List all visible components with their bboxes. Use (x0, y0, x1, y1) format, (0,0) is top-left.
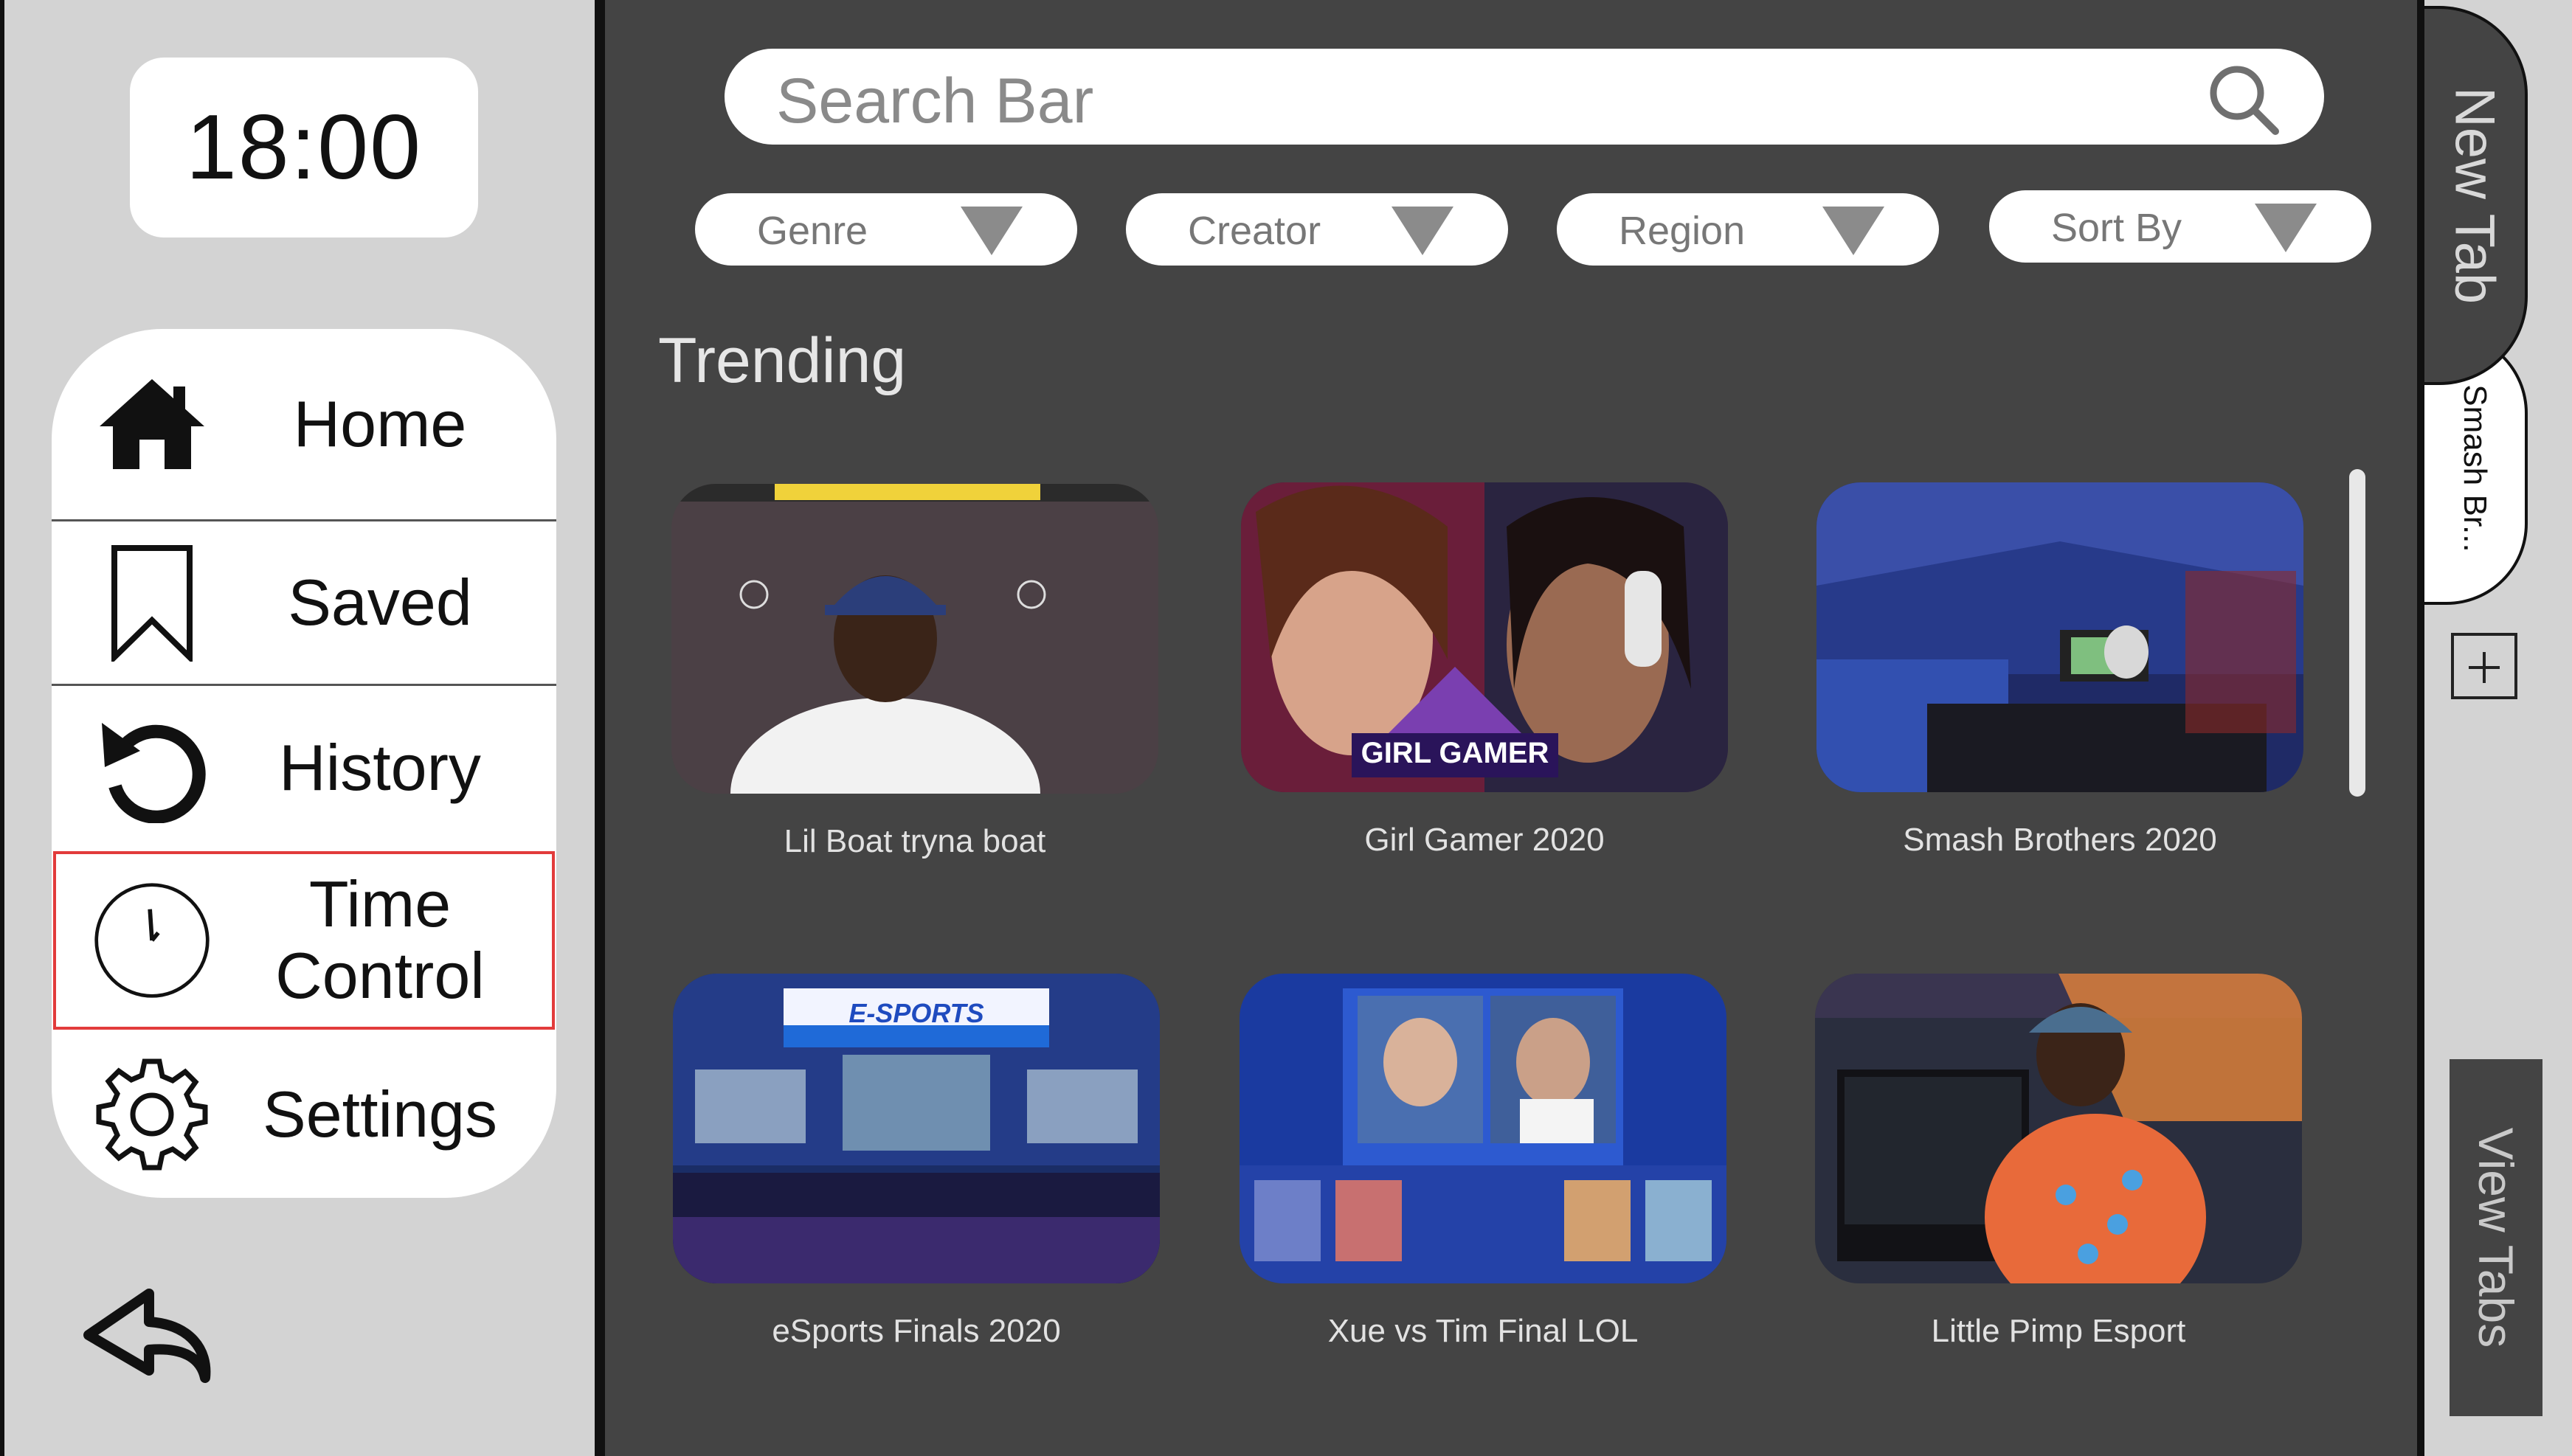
menu-label-home: Home (293, 386, 467, 460)
filter-sort-by-label: Sort By (2051, 206, 2182, 250)
video-title: Little Pimp Esport (1931, 1313, 2186, 1349)
view-tabs-label: View Tabs (2469, 1127, 2523, 1348)
dropdown-arrow-icon (2255, 204, 2317, 252)
dropdown-arrow-icon (961, 207, 1023, 255)
section-title-trending: Trending (658, 325, 907, 396)
dropdown-arrow-icon (1392, 207, 1453, 255)
video-thumbnail[interactable] (1816, 482, 2303, 792)
back-arrow-icon (83, 1289, 211, 1383)
sidebar-divider (595, 0, 605, 1456)
tab-panel: Smash Br... New Tab View Tabs (2417, 0, 2572, 1456)
new-tab-label: New Tab (2443, 86, 2506, 305)
video-thumbnail[interactable]: E-SPORTS (673, 974, 1160, 1283)
search-placeholder: Search Bar (776, 66, 1094, 136)
video-title: Smash Brothers 2020 (1903, 822, 2217, 858)
menu-label-settings: Settings (263, 1077, 497, 1151)
video-title: Lil Boat tryna boat (784, 823, 1046, 859)
filter-creator[interactable]: Creator (1126, 193, 1508, 266)
back-button[interactable] (78, 1283, 218, 1394)
app-frame: 18:00 Home Saved History Time Control Se… (0, 0, 2572, 1456)
history-icon (93, 709, 211, 827)
clock-time: 18:00 (185, 97, 423, 198)
video-thumbnail[interactable] (1815, 974, 2302, 1283)
video-thumbnail[interactable]: GIRL GAMER (1241, 482, 1728, 792)
video-title: eSports Finals 2020 (772, 1313, 1061, 1349)
video-thumbnail[interactable] (671, 484, 1158, 794)
home-icon (93, 365, 211, 483)
menu-item-saved[interactable]: Saved (52, 521, 556, 684)
video-title: Girl Gamer 2020 (1364, 822, 1605, 858)
search-bar[interactable]: Search Bar (725, 49, 2324, 145)
main-menu: Home Saved History Time Control Settings (52, 329, 556, 1198)
menu-item-time-control[interactable]: Time Control (52, 850, 556, 1031)
view-tabs-button[interactable]: View Tabs (2450, 1059, 2542, 1416)
new-tab-button[interactable]: New Tab (2424, 6, 2528, 385)
sidebar: 18:00 Home Saved History Time Control Se… (0, 0, 604, 1456)
filter-sort-by[interactable]: Sort By (1989, 190, 2371, 263)
search-icon[interactable] (2206, 62, 2280, 136)
menu-label-time-control: Time Control (211, 867, 549, 1012)
gear-icon (93, 1055, 211, 1174)
menu-label-history: History (279, 730, 481, 804)
main-content: Search Bar Genre Creator Region Sort By … (605, 0, 2417, 1456)
clock-icon (93, 881, 211, 999)
thumbnail-overlay-text: GIRL GAMER (1361, 737, 1549, 769)
menu-label-time-control-line2: Control (275, 939, 485, 1012)
content-scrollbar[interactable] (2349, 469, 2365, 797)
menu-label-saved: Saved (288, 565, 472, 639)
bookmark-icon (93, 544, 211, 662)
video-thumbnail[interactable] (1240, 974, 1726, 1283)
dropdown-arrow-icon (1822, 207, 1884, 255)
thumbnail-overlay-text: E-SPORTS (848, 998, 983, 1028)
filter-region[interactable]: Region (1557, 193, 1939, 266)
filter-region-label: Region (1619, 209, 1746, 253)
filter-creator-label: Creator (1188, 209, 1321, 253)
filter-genre[interactable]: Genre (695, 193, 1077, 266)
video-title: Xue vs Tim Final LOL (1327, 1313, 1639, 1349)
clock-display: 18:00 (130, 58, 478, 238)
menu-item-settings[interactable]: Settings (52, 1031, 556, 1198)
filter-genre-label: Genre (757, 209, 868, 253)
menu-label-time-control-line1: Time (308, 867, 452, 941)
tab-smash-brothers-label: Smash Br... (2457, 384, 2493, 552)
menu-item-history[interactable]: History (52, 686, 556, 850)
add-tab-icon[interactable] (2451, 633, 2517, 699)
menu-item-home[interactable]: Home (52, 329, 556, 519)
